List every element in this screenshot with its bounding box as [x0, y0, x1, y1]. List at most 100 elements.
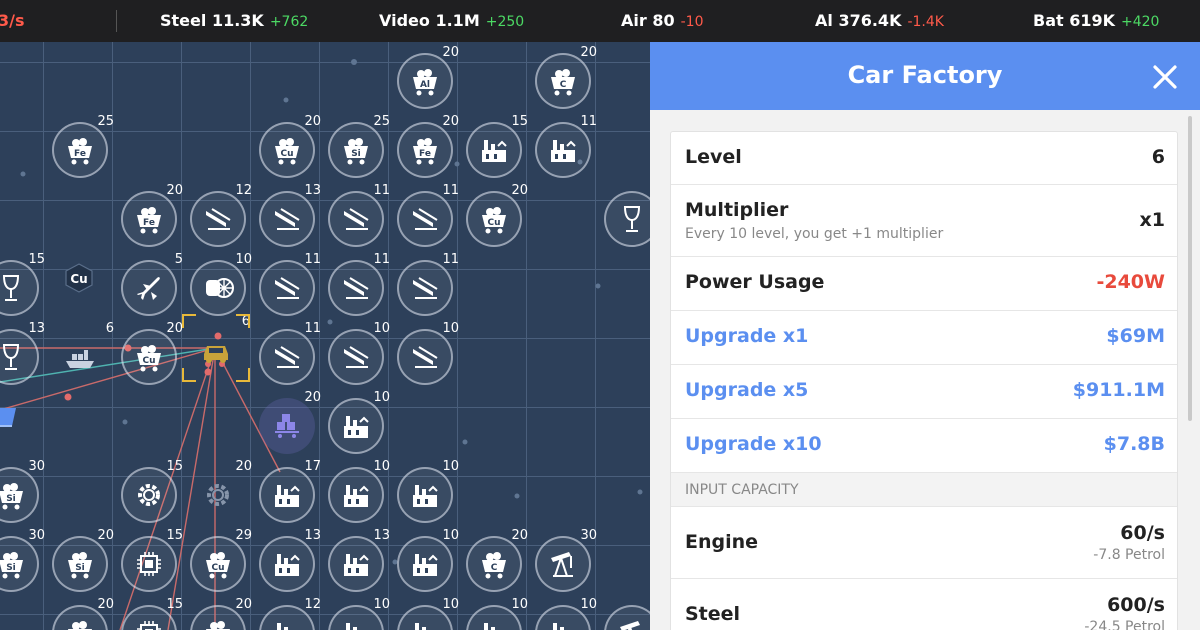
mine-node[interactable]: Fe 20 [121, 183, 183, 247]
steel-node[interactable]: 10 [328, 321, 390, 385]
factory-node[interactable]: 13 [259, 528, 321, 592]
factory-node[interactable]: 10 [397, 459, 459, 523]
boxes-cart-icon [275, 414, 299, 438]
factory-board[interactable]: Al 20 C 20 Fe 25 Cu 20 Si 25 Fe 20 15 11 Fe 20 … [0, 42, 650, 630]
microchip-icon [137, 552, 161, 576]
steel-node[interactable]: 13 [259, 183, 321, 247]
gear-icon [138, 484, 160, 506]
steel-node[interactable]: 11 [259, 252, 321, 316]
chip-node[interactable]: 15 [121, 528, 183, 592]
mine-node[interactable]: Al20 [397, 45, 459, 109]
close-icon[interactable] [1152, 64, 1178, 90]
factory-node[interactable]: 13 [328, 528, 390, 592]
resource-steel[interactable]: Steel 11.3K +762 [160, 11, 308, 30]
mine-cart-icon: Si [0, 552, 23, 579]
mine-node[interactable]: Si 25 [328, 114, 390, 178]
game-screen: 3/s Steel 11.3K +762 Video 1.1M +250 Air 8… [0, 0, 1200, 630]
mine-node[interactable]: Fe 25 [52, 114, 114, 178]
mine-node[interactable]: Cu 20 [259, 114, 321, 178]
mine-cart-icon: Fe [137, 207, 161, 234]
resource-video[interactable]: Video 1.1M +250 [379, 11, 524, 30]
gear-node[interactable]: 15 [121, 459, 183, 523]
svg-text:Si: Si [75, 563, 85, 573]
oil-pump-node[interactable]: 30 [535, 528, 597, 592]
mine-cart-icon: Si [344, 138, 368, 165]
airplane-node[interactable]: 5 [121, 252, 183, 316]
mine-node[interactable]: Cu 20 [121, 321, 183, 385]
resource-air[interactable]: Air 80 -10 [621, 11, 703, 30]
upgrade-x5-button[interactable]: Upgrade x5 $911.1M [671, 365, 1177, 419]
factory-icon [482, 140, 507, 162]
cargo-ship-icon [66, 350, 94, 368]
factory-icon [415, 623, 426, 630]
power-usage-row: Power Usage -240W [671, 257, 1177, 311]
svg-text:C: C [491, 563, 498, 573]
panel-scrollbar[interactable] [1188, 116, 1192, 421]
steel-node[interactable]: 10 [397, 321, 459, 385]
svg-text:Cu: Cu [487, 218, 500, 228]
ship-node[interactable]: 6 [52, 321, 114, 385]
resource-aluminium[interactable]: Al 376.4K -1.4K [815, 11, 944, 30]
input-row-engine: Engine 60/s -7.8 Petrol [671, 507, 1177, 579]
mine-cart-icon: C [482, 552, 506, 579]
engine-node[interactable]: 10 [190, 252, 252, 316]
steel-node[interactable]: 11 [397, 252, 459, 316]
svg-text:Fe: Fe [74, 149, 86, 159]
mine-node[interactable]: C 20 [466, 528, 528, 592]
boxes-node[interactable]: 20 [259, 390, 321, 454]
svg-text:Cu: Cu [280, 149, 293, 159]
factory-node[interactable]: 10 [328, 459, 390, 523]
factory-icon [551, 140, 576, 162]
mine-node[interactable]: Cu 20 [466, 183, 528, 247]
level-value: 6 [1151, 146, 1165, 168]
selection-frame [182, 314, 250, 382]
svg-text:Fe: Fe [419, 149, 431, 159]
factory-icon [346, 623, 357, 630]
factory-node[interactable]: 11 [535, 114, 597, 178]
resource-battery[interactable]: Bat 619K +420 [1033, 11, 1159, 30]
steel-beam-icon [413, 346, 438, 368]
steel-beam-icon [344, 277, 369, 299]
mine-node[interactable]: Si 20 [52, 528, 114, 592]
upgrade-x1-price: $69M [1106, 325, 1165, 347]
upgrade-x5-price: $911.1M [1072, 379, 1165, 401]
factory-icon [344, 554, 369, 576]
steel-node[interactable]: 11 [328, 183, 390, 247]
factory-node[interactable]: 17 [259, 459, 321, 523]
steel-node[interactable]: 11 [397, 183, 459, 247]
factory-node[interactable]: 10 [328, 390, 390, 454]
mine-node[interactable]: Fe 20 [397, 114, 459, 178]
input-engine-rate: 60/s [1120, 522, 1165, 544]
input-steel-label: Steel [685, 603, 741, 625]
multiplier-value: x1 [1139, 209, 1165, 231]
upgrade-x1-button[interactable]: Upgrade x1 $69M [671, 311, 1177, 365]
mine-node[interactable]: Cu 29 [190, 528, 252, 592]
svg-text:Si: Si [6, 494, 16, 504]
airplane-icon [137, 277, 160, 300]
svg-text:Cu: Cu [211, 563, 224, 573]
mine-cart-icon: Cu [482, 207, 506, 234]
steel-beam-icon [344, 208, 369, 230]
steel-node[interactable]: 11 [259, 321, 321, 385]
mine-node[interactable]: C 20 [535, 45, 597, 109]
resource-divider [116, 10, 117, 32]
mine-cart-icon: Si [68, 552, 92, 579]
svg-text:Cu: Cu [70, 272, 87, 286]
svg-text:Al: Al [420, 80, 430, 90]
steel-beam-icon [344, 346, 369, 368]
steel-node[interactable]: 12 [190, 183, 252, 247]
copper-hex-icon[interactable]: Cu [63, 262, 95, 294]
jet-engine-icon [206, 278, 234, 298]
upgrade-x10-button[interactable]: Upgrade x10 $7.8B [671, 419, 1177, 473]
svg-text:Fe: Fe [143, 218, 155, 228]
gear-node[interactable]: 20 [190, 459, 252, 523]
svg-text:Si: Si [6, 563, 16, 573]
upgrade-x10-price: $7.8B [1103, 433, 1165, 455]
factory-node[interactable]: 10 [397, 528, 459, 592]
factory-node[interactable]: 15 [466, 114, 528, 178]
steel-node[interactable]: 11 [328, 252, 390, 316]
panel-header: Car Factory [650, 42, 1200, 110]
steel-beam-icon [413, 208, 438, 230]
building-detail-panel: Car Factory Level 6 Multiplier Every 10 … [650, 42, 1200, 630]
mine-cart-icon: Si [0, 483, 23, 510]
